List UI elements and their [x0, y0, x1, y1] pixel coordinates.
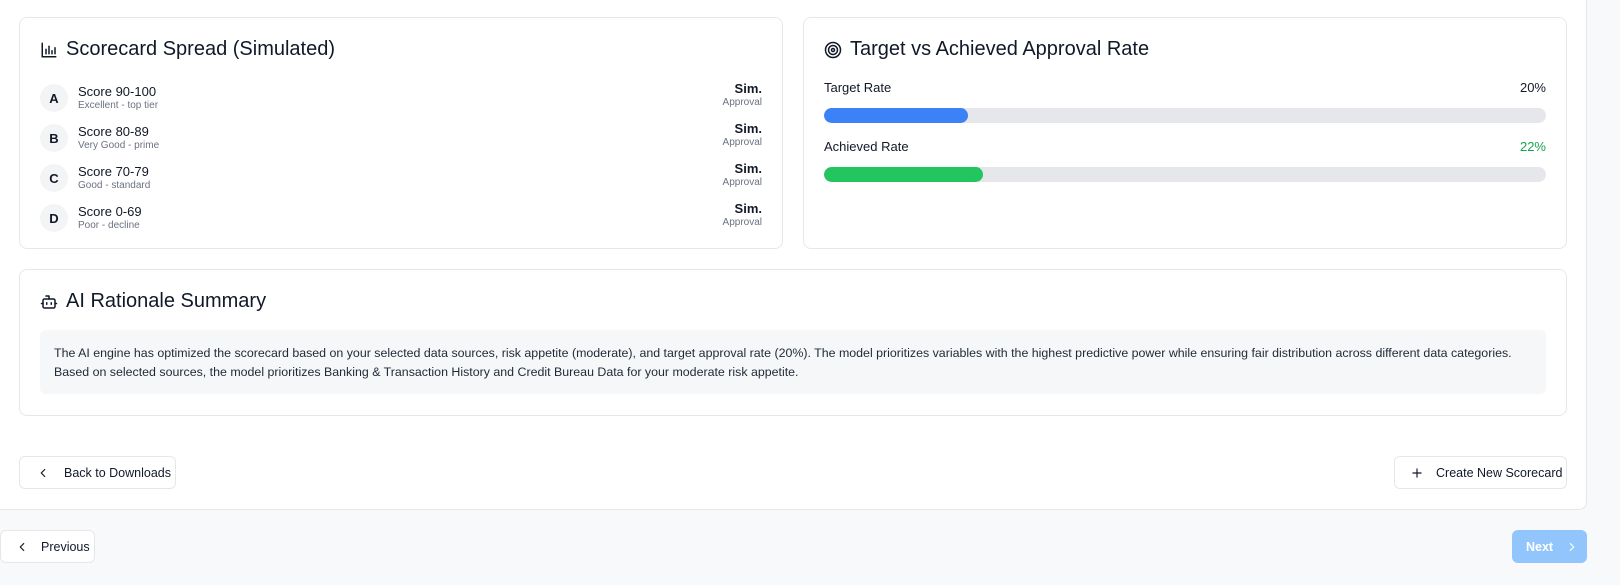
bar-chart-icon — [41, 42, 57, 57]
tier-badge: C — [40, 164, 68, 192]
chevron-left-icon — [19, 542, 25, 551]
tier-value: Sim. — [734, 161, 762, 176]
tier-value: Sim. — [734, 201, 762, 216]
tier-list: A Score 90-100 Excellent - top tier Sim.… — [40, 78, 762, 238]
tier-row-b: B Score 80-89 Very Good - prime Sim. App… — [40, 118, 762, 158]
achieved-rate-value: 22% — [1519, 139, 1546, 154]
back-to-downloads-button[interactable]: Back to Downloads — [19, 456, 176, 489]
next-button[interactable]: Next — [1512, 530, 1587, 563]
plus-icon — [1412, 467, 1422, 478]
ai-rationale-header: AI Rationale Summary — [40, 290, 266, 313]
previous-label: Previous — [41, 539, 90, 554]
next-label: Next — [1526, 539, 1554, 554]
tier-name: Score 80-89 — [78, 124, 149, 139]
tier-sub: Approval — [722, 177, 762, 188]
tier-desc: Excellent - top tier — [78, 100, 159, 111]
tier-row-d: D Score 0-69 Poor - decline Sim. Approva… — [40, 198, 762, 238]
tier-desc: Good - standard — [78, 180, 151, 191]
scorecard-spread-title: Scorecard Spread (Simulated) — [66, 38, 336, 60]
tier-desc: Poor - decline — [78, 220, 140, 231]
bot-icon — [40, 294, 58, 309]
tier-sub: Approval — [722, 97, 762, 108]
chevron-right-icon — [1569, 542, 1575, 551]
create-new-scorecard-button[interactable]: Create New Scorecard — [1394, 456, 1567, 489]
ai-rationale-text: The AI engine has optimized the scorecar… — [40, 330, 1546, 394]
tier-badge: A — [40, 84, 68, 112]
tier-sub: Approval — [722, 217, 762, 228]
scorecard-spread-card: Scorecard Spread (Simulated) A Score 90-… — [19, 17, 783, 249]
achieved-rate-track — [824, 167, 1546, 182]
tier-desc: Very Good - prime — [78, 140, 160, 151]
content-panel: Scorecard Spread (Simulated) A Score 90-… — [0, 0, 1587, 510]
tier-badge: B — [40, 124, 68, 152]
chevron-left-icon — [40, 468, 46, 477]
target-icon — [824, 41, 842, 58]
ai-rationale-card: AI Rationale Summary The AI engine has o… — [19, 269, 1567, 416]
create-new-scorecard-label: Create New Scorecard — [1436, 465, 1563, 480]
tier-row-c: C Score 70-79 Good - standard Sim. Appro… — [40, 158, 762, 198]
approval-rate-title: Target vs Achieved Approval Rate — [850, 38, 1150, 60]
target-rate-value: 20% — [1519, 80, 1546, 95]
tier-row-a: A Score 90-100 Excellent - top tier Sim.… — [40, 78, 762, 118]
achieved-rate-bar — [824, 167, 983, 182]
tier-name: Score 90-100 — [78, 84, 157, 99]
target-rate-label: Target Rate — [824, 80, 892, 95]
achieved-rate-label: Achieved Rate — [824, 139, 909, 154]
previous-button[interactable]: Previous — [0, 530, 95, 563]
approval-rate-header: Target vs Achieved Approval Rate — [824, 38, 1149, 61]
ai-rationale-title: AI Rationale Summary — [66, 290, 267, 312]
back-to-downloads-label: Back to Downloads — [64, 465, 172, 480]
tier-sub: Approval — [722, 137, 762, 148]
achieved-rate: Achieved Rate 22% — [824, 139, 1546, 182]
tier-name: Score 0-69 — [78, 204, 142, 219]
tier-value: Sim. — [734, 121, 762, 136]
tier-value: Sim. — [734, 81, 762, 96]
tier-name: Score 70-79 — [78, 164, 149, 179]
scorecard-spread-header: Scorecard Spread (Simulated) — [40, 38, 335, 61]
target-rate: Target Rate 20% — [824, 80, 1546, 123]
approval-rate-card: Target vs Achieved Approval Rate Target … — [803, 17, 1567, 249]
target-rate-bar — [824, 108, 969, 123]
target-rate-track — [824, 108, 1546, 123]
tier-badge: D — [40, 204, 68, 232]
